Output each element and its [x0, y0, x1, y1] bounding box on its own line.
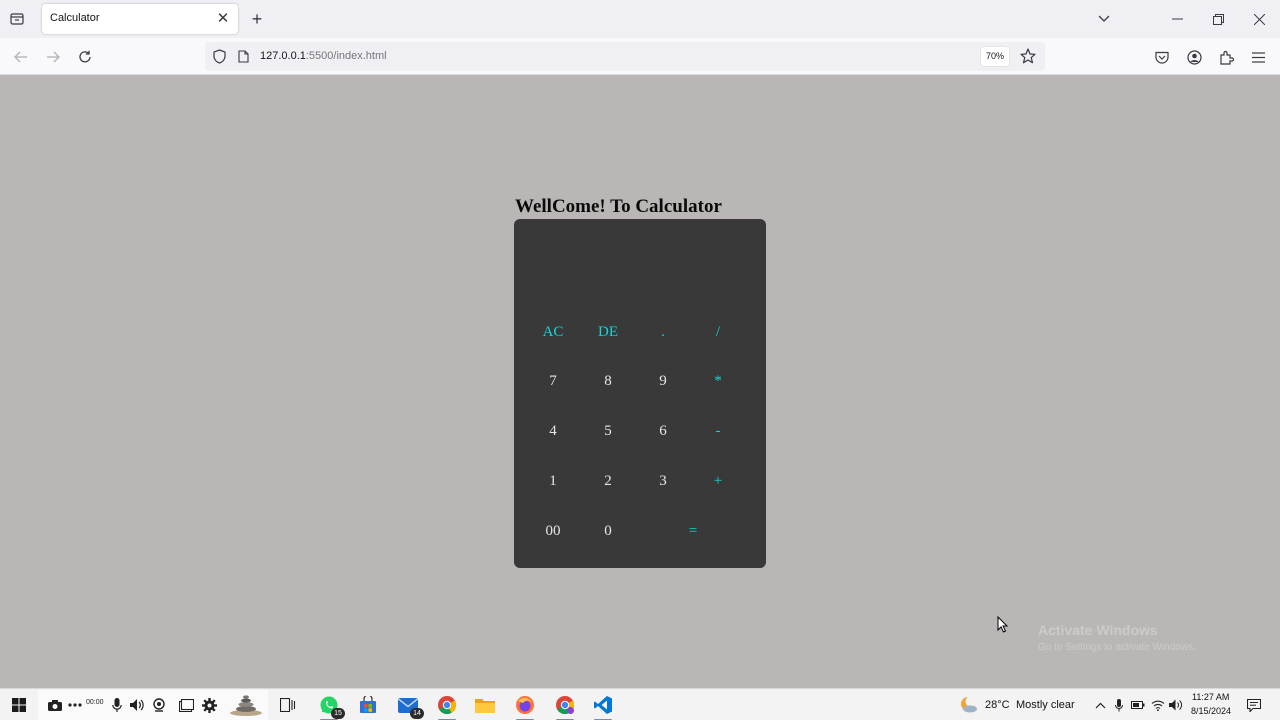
url-text[interactable]: 127.0.0.1:5500/index.html: [260, 50, 387, 62]
mail-icon[interactable]: 14: [397, 694, 424, 719]
camera-icon[interactable]: [46, 696, 64, 714]
url-path: :5500/index.html: [305, 50, 387, 62]
extensions-icon[interactable]: [1215, 46, 1237, 68]
browser-tab-calculator[interactable]: Calculator ✕: [42, 4, 238, 34]
digit-7-button[interactable]: 7: [528, 364, 578, 398]
ac-button[interactable]: AC: [528, 315, 578, 349]
windows-taskbar: 00:00 15 14 28°C Mostly clear 11:27 AM 8…: [0, 688, 1280, 720]
digit-0-button[interactable]: 0: [583, 514, 633, 548]
plus-button[interactable]: +: [693, 464, 743, 498]
zen-stones-wallpaper-icon: [226, 695, 266, 716]
zoom-level-badge[interactable]: 70%: [981, 47, 1009, 66]
weather-temperature[interactable]: 28°C: [985, 699, 1010, 711]
new-tab-icon[interactable]: +: [247, 9, 267, 29]
watermark-title: Activate Windows: [1038, 622, 1158, 638]
settings-gear-icon[interactable]: [200, 696, 218, 714]
battery-icon[interactable]: [1131, 698, 1145, 712]
microsoft-store-icon[interactable]: [357, 694, 379, 716]
chrome-profile-icon[interactable]: [554, 694, 576, 720]
calculator: AC DE . / 7 8 9 * 4 5 6 - 1 2 3 + 00 0 =: [514, 219, 766, 568]
digit-8-button[interactable]: 8: [583, 364, 633, 398]
tab-close-icon[interactable]: ✕: [214, 10, 232, 28]
browser-tab-strip: Calculator ✕ +: [0, 0, 1280, 38]
taskbar-clock-time[interactable]: 11:27 AM: [1192, 692, 1229, 702]
digit-5-button[interactable]: 5: [583, 414, 633, 448]
tab-title: Calculator: [50, 12, 100, 24]
minus-button[interactable]: -: [693, 414, 743, 448]
page-title: WellCome! To Calculator: [515, 196, 722, 217]
multiply-button[interactable]: *: [693, 364, 743, 398]
show-hidden-icons-icon[interactable]: [1093, 698, 1107, 712]
tab-list-icon[interactable]: [6, 8, 28, 30]
file-explorer-icon[interactable]: [474, 694, 496, 716]
speaker-icon[interactable]: [128, 696, 146, 714]
digit-9-button[interactable]: 9: [638, 364, 688, 398]
notification-center-icon[interactable]: [1247, 698, 1261, 712]
digit-4-button[interactable]: 4: [528, 414, 578, 448]
weather-description[interactable]: Mostly clear: [1016, 699, 1075, 711]
digit-6-button[interactable]: 6: [638, 414, 688, 448]
window-share-icon[interactable]: [177, 696, 195, 714]
account-icon[interactable]: [1183, 46, 1205, 68]
list-all-tabs-icon[interactable]: [1093, 8, 1115, 30]
decimal-button[interactable]: .: [638, 315, 688, 349]
microphone-icon[interactable]: [108, 696, 126, 714]
digit-1-button[interactable]: 1: [528, 464, 578, 498]
back-icon[interactable]: [10, 46, 32, 68]
volume-icon[interactable]: [1169, 698, 1183, 712]
minimize-icon[interactable]: [1166, 8, 1188, 30]
address-bar[interactable]: 127.0.0.1:5500/index.html 70%: [205, 42, 1045, 71]
equals-button[interactable]: =: [638, 514, 748, 548]
app-menu-icon[interactable]: [1247, 46, 1269, 68]
whatsapp-icon[interactable]: 15: [318, 694, 345, 720]
window-close-icon[interactable]: [1248, 8, 1270, 30]
firefox-icon[interactable]: [514, 694, 536, 720]
webcam-icon[interactable]: [150, 696, 168, 714]
weather-moon-cloud-icon[interactable]: [958, 694, 980, 716]
browser-toolbar: 127.0.0.1:5500/index.html 70%: [0, 38, 1280, 75]
digit-2-button[interactable]: 2: [583, 464, 633, 498]
taskbar-clock-date[interactable]: 8/15/2024: [1191, 706, 1231, 716]
calculator-display: [534, 235, 746, 307]
url-host: 127.0.0.1: [260, 50, 306, 62]
reload-icon[interactable]: [74, 46, 96, 68]
delete-button[interactable]: DE: [583, 315, 633, 349]
double-zero-button[interactable]: 00: [528, 514, 578, 548]
windows-start-icon[interactable]: [8, 694, 30, 716]
restore-icon[interactable]: [1207, 8, 1229, 30]
mail-unread-badge: 14: [410, 708, 424, 719]
digit-3-button[interactable]: 3: [638, 464, 688, 498]
page-viewport: WellCome! To Calculator AC DE . / 7 8 9 …: [0, 75, 1280, 688]
tray-microphone-icon[interactable]: [1112, 698, 1126, 712]
watermark-subtitle: Go to Settings to activate Windows.: [1038, 642, 1196, 653]
pocket-icon[interactable]: [1151, 46, 1173, 68]
whatsapp-unread-badge: 15: [331, 708, 345, 719]
mouse-cursor-icon: [997, 615, 1009, 638]
wifi-icon[interactable]: [1151, 698, 1165, 712]
vscode-icon[interactable]: [592, 694, 614, 720]
google-chrome-icon[interactable]: [436, 694, 458, 720]
activate-windows-watermark: Activate Windows Go to Settings to activ…: [1038, 622, 1196, 653]
task-view-icon[interactable]: [277, 694, 299, 716]
forward-icon[interactable]: [42, 46, 64, 68]
meeting-timer: 00:00: [86, 699, 104, 706]
page-info-icon[interactable]: [238, 50, 249, 68]
more-options-icon[interactable]: [66, 696, 84, 714]
tracking-shield-icon[interactable]: [213, 49, 226, 69]
meeting-controls-bar: 00:00: [38, 690, 268, 720]
bookmark-star-icon[interactable]: [1020, 48, 1036, 69]
divide-button[interactable]: /: [693, 315, 743, 349]
